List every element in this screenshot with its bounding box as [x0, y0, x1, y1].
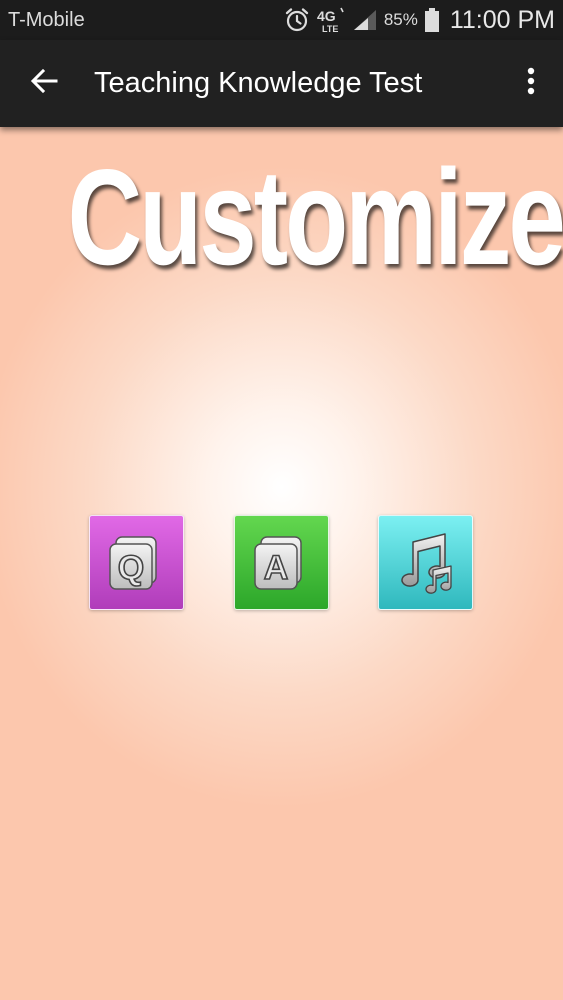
network-4g-lte-icon: 4G LTE	[316, 6, 346, 34]
back-button[interactable]	[16, 56, 72, 112]
svg-text:4G: 4G	[317, 8, 336, 24]
app-title: Teaching Knowledge Test	[94, 67, 423, 99]
battery-icon	[424, 7, 440, 33]
status-bar: T-Mobile 4G LTE 85% 11:00 PM	[0, 0, 563, 40]
more-vert-icon	[527, 67, 535, 100]
customize-answers-button[interactable]: A	[234, 515, 329, 610]
music-note-icon	[400, 532, 452, 594]
page-heading: Customize	[67, 141, 563, 293]
signal-icon	[352, 8, 378, 32]
app-bar: Teaching Knowledge Test	[0, 40, 563, 127]
question-card-icon: Q	[108, 535, 157, 590]
battery-percent: 85%	[383, 10, 418, 29]
answer-card-icon: A	[253, 535, 302, 590]
carrier-name: T-Mobile	[8, 8, 85, 31]
status-icons: 4G LTE 85% 11:00 PM	[284, 0, 555, 40]
customize-music-button[interactable]	[378, 515, 473, 610]
answer-letter: A	[263, 549, 288, 587]
question-letter: Q	[117, 549, 143, 587]
clock: 11:00 PM	[449, 5, 555, 34]
arrow-left-icon	[30, 67, 58, 100]
main-content: Customize Q A	[0, 127, 563, 1000]
alarm-icon	[284, 7, 310, 33]
customize-questions-button[interactable]: Q	[89, 515, 184, 610]
more-options-button[interactable]	[513, 56, 549, 112]
svg-text:LTE: LTE	[322, 24, 338, 34]
